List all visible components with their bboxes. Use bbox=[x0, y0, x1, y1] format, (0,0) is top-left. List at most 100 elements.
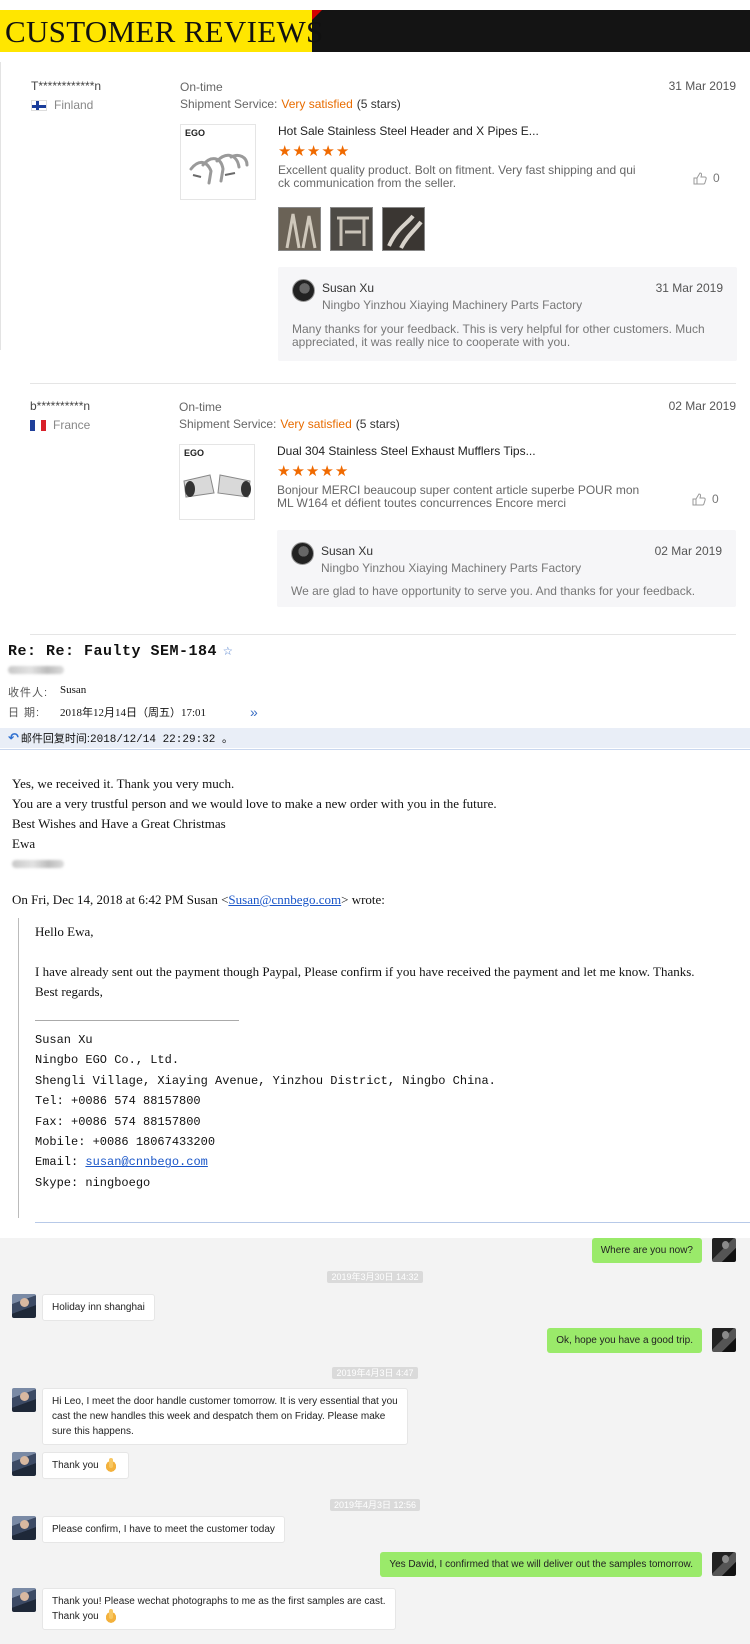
chat-timestamp: 2019年3月30日 14:32 bbox=[0, 1270, 750, 1283]
star-icon: ★ bbox=[305, 463, 321, 480]
reviewer-name: b**********n bbox=[30, 399, 91, 413]
folded-hands-icon bbox=[102, 1458, 119, 1473]
like-count: 0 bbox=[712, 492, 719, 506]
country-label: France bbox=[53, 418, 91, 432]
contact-avatar[interactable] bbox=[12, 1452, 36, 1476]
reviewer-country: Finland bbox=[31, 98, 93, 112]
star-icon: ★ bbox=[334, 463, 350, 480]
quote-email-link[interactable]: Susan@cnnbego.com bbox=[228, 892, 341, 907]
product-thumbnail[interactable]: EGO bbox=[180, 124, 256, 200]
contact-avatar[interactable] bbox=[12, 1388, 36, 1412]
star-icon: ★ bbox=[278, 143, 293, 160]
stars-count-text: (5 stars) bbox=[355, 417, 400, 431]
bubble-line: Hi Leo, I meet the door handle customer … bbox=[52, 1396, 398, 1407]
star-rating: ★★★★★ bbox=[278, 142, 350, 160]
sig-email-link[interactable]: susan@cnnbego.com bbox=[85, 1155, 207, 1169]
quote-line: Best regards, bbox=[35, 984, 103, 999]
recipient-label: 收件人: bbox=[8, 687, 49, 699]
star-icon: ★ bbox=[277, 463, 292, 480]
like-button[interactable]: 0 bbox=[692, 492, 719, 506]
email-separator bbox=[0, 749, 750, 750]
review-photo[interactable] bbox=[382, 207, 425, 251]
expand-details-icon[interactable]: » bbox=[250, 704, 258, 720]
review-photo[interactable] bbox=[330, 207, 373, 251]
email-body: Yes, we received it. Thank you very much… bbox=[12, 774, 497, 854]
quote-line: I have already sent out the payment thou… bbox=[35, 964, 695, 979]
chat-bubble-outgoing: Ok, hope you have a good trip. bbox=[547, 1328, 702, 1353]
thumbs-up-icon bbox=[692, 492, 706, 505]
seller-avatar bbox=[291, 542, 314, 565]
star-icon: ★ bbox=[292, 143, 307, 160]
date-value: 2018年12月14日（周五）17:01 bbox=[60, 707, 207, 719]
star-rating: ★★★★★ bbox=[277, 462, 349, 480]
timestamp-text: 2019年4月3日 4:47 bbox=[332, 1367, 418, 1379]
body-line: You are a very trustful person and we wo… bbox=[12, 796, 497, 811]
seller-reply: Susan Xu Ningbo Yinzhou Xiaying Machiner… bbox=[278, 267, 737, 361]
sig-fax: Fax: +0086 574 88157800 bbox=[35, 1114, 201, 1129]
like-count: 0 bbox=[713, 171, 720, 185]
sig-skype: Skype: ningboego bbox=[35, 1175, 151, 1190]
quote-body: I have already sent out the payment thou… bbox=[35, 962, 735, 1002]
reviewer-country: France bbox=[30, 418, 90, 432]
contact-avatar[interactable] bbox=[12, 1294, 36, 1318]
reply-time-label: 邮件回复时间: bbox=[20, 733, 90, 745]
shipment-rating: Shipment Service: Very satisfied (5 stars) bbox=[179, 417, 400, 431]
chat-bubble-incoming: Hi Leo, I meet the door handle customer … bbox=[42, 1388, 408, 1445]
seller-reply: Susan Xu Ningbo Yinzhou Xiaying Machiner… bbox=[277, 530, 736, 607]
chat-bubble-outgoing: Where are you now? bbox=[591, 1238, 702, 1263]
reviews-banner: CUSTOMER REVIEWS bbox=[0, 10, 750, 52]
seller-company: Ningbo Yinzhou Xiaying Machinery Parts F… bbox=[322, 298, 583, 312]
bubble-line: sure this happens. bbox=[52, 1426, 134, 1437]
email-view: Re: Re: Faulty SEM-184 ☆ 收件人: Susan 日 期: … bbox=[0, 634, 750, 1234]
contact-avatar[interactable] bbox=[12, 1588, 36, 1612]
reply-date: 02 Mar 2019 bbox=[654, 544, 722, 558]
sig-company: Ningbo EGO Co., Ltd. bbox=[35, 1053, 180, 1068]
bubble-line: Thank you! Please wechat photographs to … bbox=[52, 1596, 386, 1607]
bubble-text: Thank you bbox=[52, 1611, 99, 1622]
france-flag-icon bbox=[30, 419, 46, 431]
sig-email-label: Email: bbox=[35, 1155, 86, 1170]
thumbs-up-icon bbox=[693, 171, 707, 184]
product-title-link[interactable]: Dual 304 Stainless Steel Exhaust Muffler… bbox=[277, 444, 536, 458]
review-card: T************n Finland On-time Shipment … bbox=[0, 62, 750, 361]
ontime-label: On-time bbox=[180, 80, 223, 94]
seller-name: Susan Xu bbox=[322, 281, 375, 295]
reply-time-bar: ↶ 邮件回复时间: 2018/12/14 22:29:32 。 bbox=[0, 728, 750, 748]
country-label: Finland bbox=[54, 98, 94, 112]
satisfaction-label: Very satisfied bbox=[281, 97, 353, 111]
reviewer-name: T************n bbox=[31, 79, 102, 93]
reply-time-value: 2018/12/14 22:29:32 。 bbox=[89, 734, 233, 746]
recipient-value: Susan bbox=[60, 684, 87, 696]
review-text: Excellent quality product. Bolt on fitme… bbox=[278, 163, 636, 190]
reply-arrow-icon: ↶ bbox=[8, 730, 19, 745]
chat-bubble-incoming: Thank you! Please wechat photographs to … bbox=[42, 1588, 396, 1630]
sig-tel: Tel: +0086 574 88157800 bbox=[35, 1094, 201, 1109]
seller-company: Ningbo Yinzhou Xiaying Machinery Parts F… bbox=[321, 561, 582, 575]
quote-header-text: On Fri, Dec 14, 2018 at 6:42 PM Susan < bbox=[12, 892, 229, 907]
chat-bubble-incoming: Holiday inn shanghai bbox=[42, 1294, 155, 1321]
email-recipient-row: 收件人: Susan bbox=[8, 684, 86, 700]
like-button[interactable]: 0 bbox=[693, 171, 720, 185]
user-avatar[interactable] bbox=[712, 1328, 736, 1352]
product-thumbnail[interactable]: EGO bbox=[179, 444, 255, 520]
ontime-label: On-time bbox=[179, 400, 222, 414]
user-avatar[interactable] bbox=[712, 1552, 736, 1576]
body-line: Ewa bbox=[12, 836, 36, 851]
seller-avatar bbox=[292, 279, 315, 302]
date-label: 日 期: bbox=[8, 707, 41, 719]
body-line: Best Wishes and Have a Great Christmas bbox=[12, 816, 226, 831]
email-subject-text: Re: Re: Faulty SEM-184 bbox=[8, 643, 218, 660]
signature-block: Susan Xu Ningbo EGO Co., Ltd. Shengli Vi… bbox=[35, 1030, 496, 1193]
email-bottom-separator bbox=[35, 1222, 750, 1223]
reply-date: 31 Mar 2019 bbox=[655, 281, 723, 295]
product-title-link[interactable]: Hot Sale Stainless Steel Header and X Pi… bbox=[278, 124, 539, 138]
chat-view: Where are you now? 2019年3月30日 14:32 Holi… bbox=[0, 1238, 750, 1644]
timestamp-text: 2019年3月30日 14:32 bbox=[327, 1271, 423, 1283]
contact-avatar[interactable] bbox=[12, 1516, 36, 1540]
review-photo[interactable] bbox=[278, 207, 321, 251]
banner-title: CUSTOMER REVIEWS bbox=[5, 14, 324, 49]
shipment-label: Shipment Service: bbox=[179, 417, 277, 431]
user-avatar[interactable] bbox=[712, 1238, 736, 1262]
reply-text: Many thanks for your feedback. This is v… bbox=[292, 322, 705, 349]
star-icon[interactable]: ☆ bbox=[223, 642, 233, 660]
